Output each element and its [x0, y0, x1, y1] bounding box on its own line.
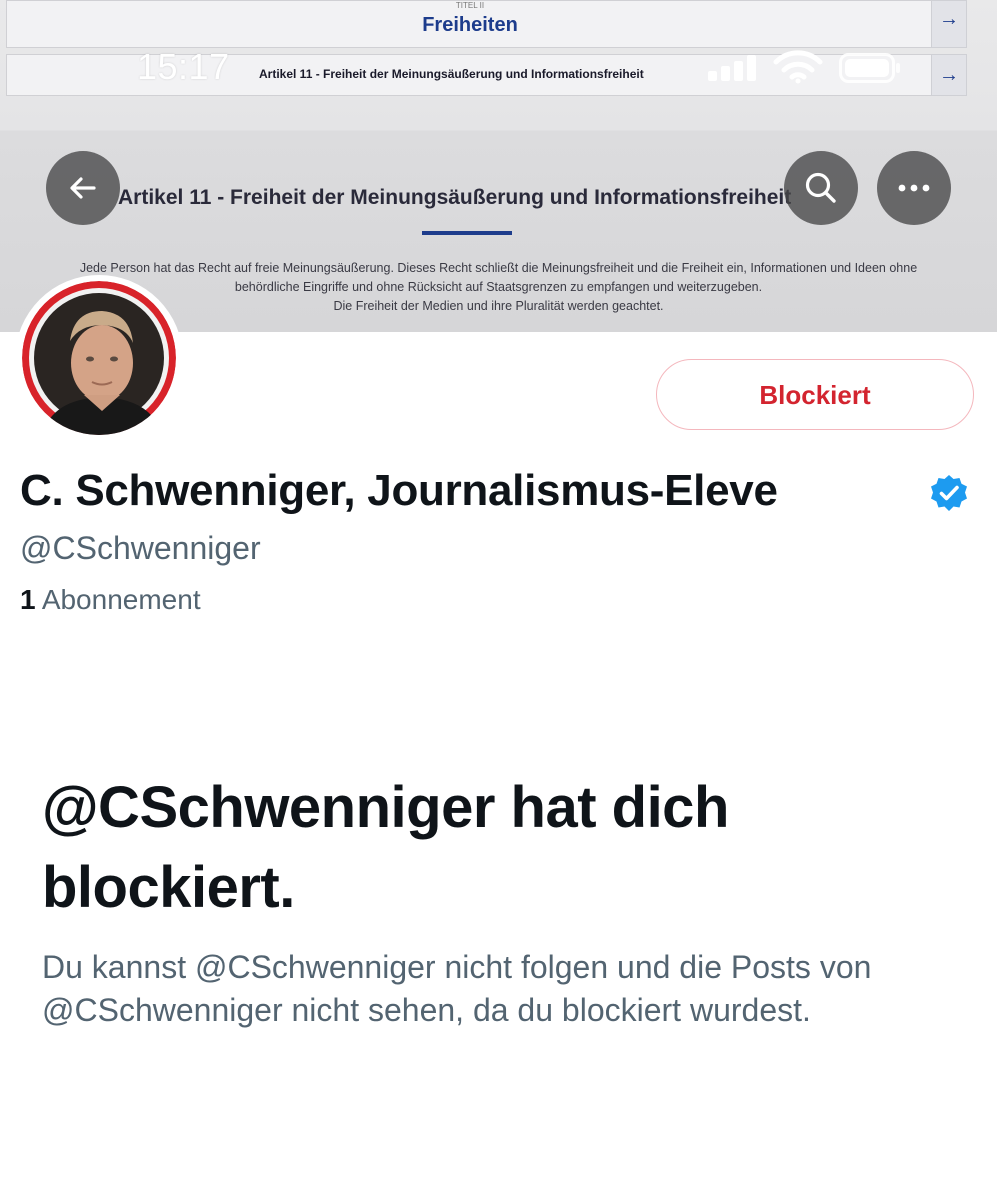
blocked-notice-description: Du kannst @CSchwenniger nicht folgen und…	[42, 949, 872, 1028]
status-bar-time: 15:17	[137, 46, 230, 87]
following-label: Abonnement	[41, 584, 201, 615]
following-count: 1	[20, 584, 36, 615]
banner-title-underline	[422, 231, 512, 235]
profile-display-name: C. Schwenniger, Journalismus-Eleve	[20, 466, 778, 515]
cellular-signal-icon	[708, 55, 758, 81]
battery-icon	[839, 53, 900, 83]
banner-article-line: Jede Person hat das Recht auf freie Mein…	[79, 261, 918, 275]
avatar-photo	[22, 281, 176, 435]
banner-arrow-right-icon: →	[931, 54, 967, 96]
following-count-link[interactable]: 1 Abonnement	[20, 584, 201, 616]
wifi-icon	[773, 50, 823, 84]
banner-article-title: Artikel 11 - Freiheit der Meinungsäußeru…	[118, 186, 792, 209]
arrow-left-icon	[70, 177, 96, 199]
more-options-button[interactable]	[877, 151, 951, 225]
banner-nav-row-freiheiten: TITEL II Freiheiten	[6, 0, 934, 48]
avatar[interactable]	[22, 281, 176, 435]
back-button[interactable]	[46, 151, 120, 225]
blocked-button[interactable]: Blockiert	[656, 359, 974, 430]
profile-handle: @CSchwenniger	[20, 530, 261, 566]
banner-freiheiten-label: Freiheiten	[422, 14, 518, 36]
verified-badge-icon[interactable]	[929, 473, 969, 513]
banner-artikel-label: Artikel 11 - Freiheit der Meinungsäußeru…	[259, 67, 644, 81]
search-icon	[805, 172, 836, 203]
banner-arrow-right-icon: →	[931, 0, 967, 48]
more-dots-icon	[898, 184, 930, 192]
blocked-notice-title: @CSchwenniger hat dich blockiert.	[42, 775, 729, 920]
search-button[interactable]	[784, 151, 858, 225]
banner-titel-label: TITEL II	[455, 1, 485, 10]
